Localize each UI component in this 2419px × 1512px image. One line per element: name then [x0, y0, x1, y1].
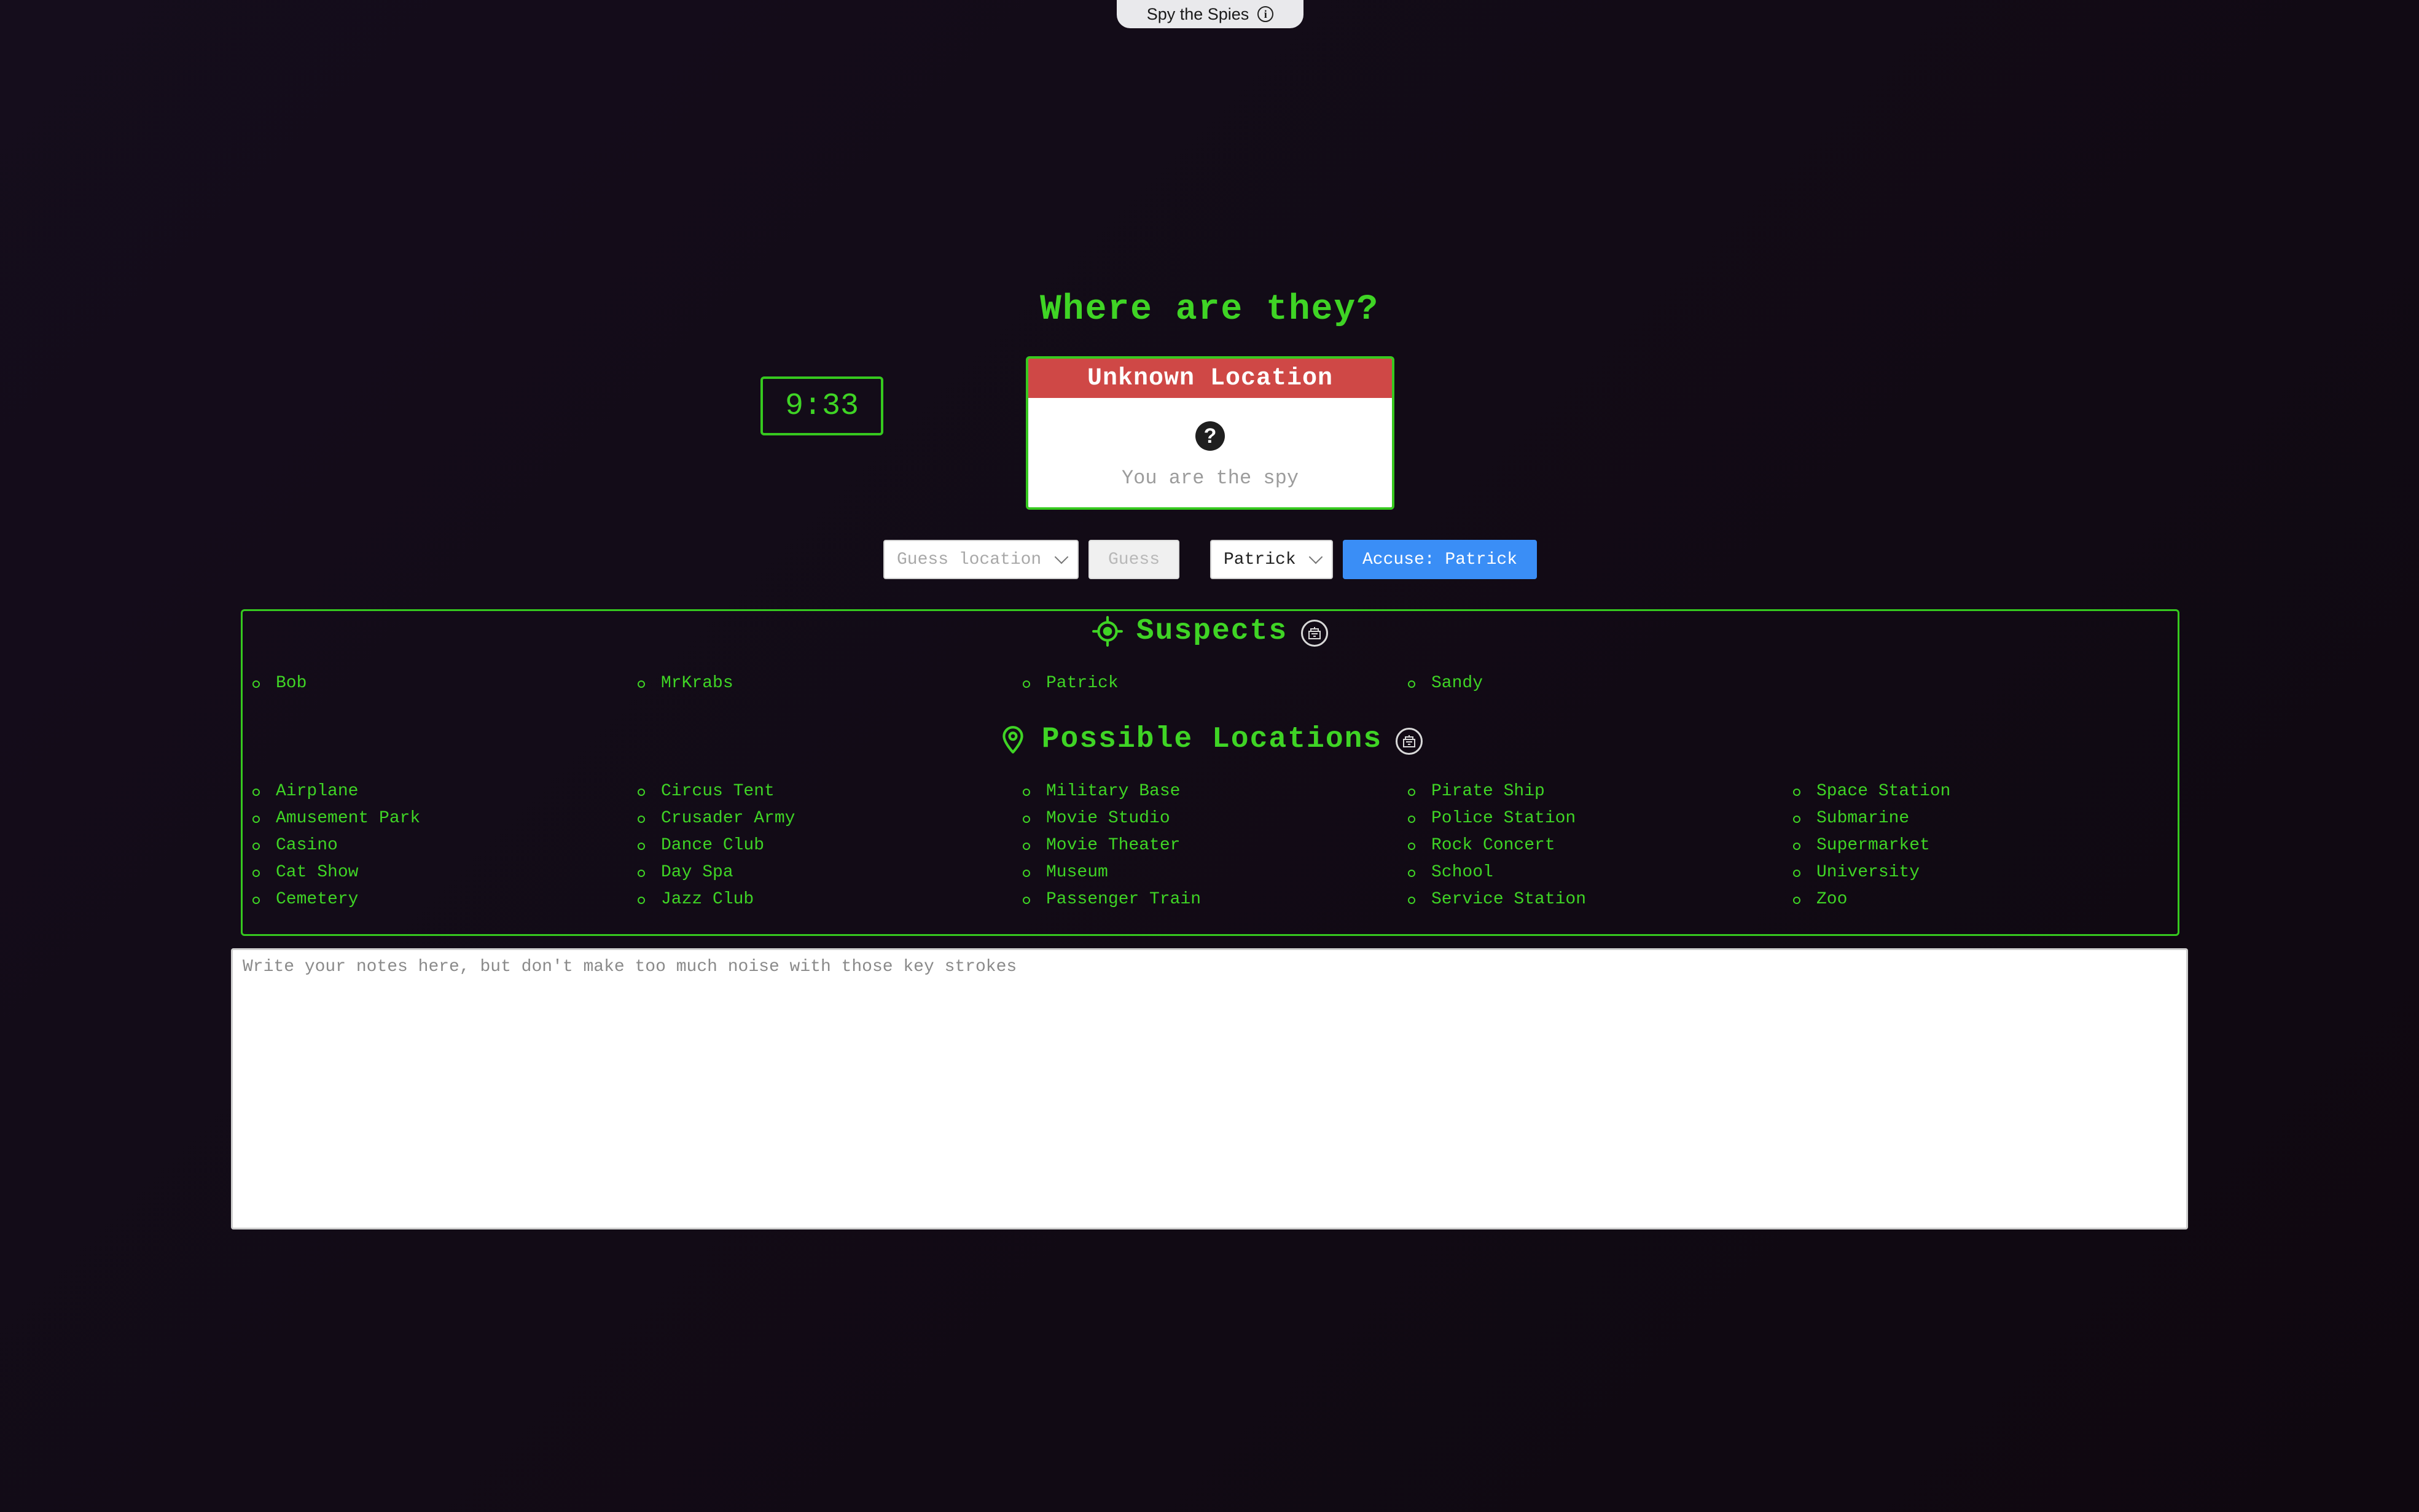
location-item[interactable]: Supermarket: [1783, 832, 2168, 859]
location-item[interactable]: School: [1398, 859, 1783, 886]
suspect-select[interactable]: Patrick: [1210, 540, 1333, 579]
suspect-item[interactable]: Bob: [243, 670, 628, 697]
location-item[interactable]: Day Spa: [628, 859, 1013, 886]
location-item[interactable]: Zoo: [1783, 886, 2168, 913]
chevron-down-icon: [1054, 550, 1069, 564]
location-item[interactable]: Museum: [1013, 859, 1398, 886]
page-title: Where are they?: [1039, 290, 1380, 330]
location-item[interactable]: Casino: [243, 832, 628, 859]
chevron-down-icon: [1308, 550, 1323, 564]
location-card: Unknown Location ? You are the spy: [1026, 356, 1394, 510]
location-item[interactable]: Circus Tent: [628, 778, 1013, 805]
countdown-timer: 9:33: [760, 376, 883, 435]
suspects-title: Suspects: [1136, 615, 1288, 648]
location-item[interactable]: Movie Theater: [1013, 832, 1398, 859]
location-item[interactable]: University: [1783, 859, 2168, 886]
guess-location-select-value: Guess location: [897, 550, 1042, 569]
location-item[interactable]: Passenger Train: [1013, 886, 1398, 913]
suspect-item[interactable]: Sandy: [1398, 670, 1783, 697]
location-card-title: Unknown Location: [1028, 359, 1392, 398]
suspect-item[interactable]: Patrick: [1013, 670, 1398, 697]
location-item[interactable]: Submarine: [1783, 805, 2168, 832]
accuse-button[interactable]: Accuse: Patrick: [1343, 540, 1537, 579]
role-text: You are the spy: [1121, 467, 1299, 489]
location-item[interactable]: Movie Studio: [1013, 805, 1398, 832]
location-item[interactable]: Cat Show: [243, 859, 628, 886]
game-info-panel: Suspects Bob MrKrabs Patrick Sandy Possi…: [241, 609, 2179, 936]
guess-location-select[interactable]: Guess location: [883, 540, 1079, 579]
location-item[interactable]: Amusement Park: [243, 805, 628, 832]
suspects-toggle-button[interactable]: [1301, 620, 1329, 647]
location-item[interactable]: Airplane: [243, 778, 628, 805]
suspect-select-value: Patrick: [1224, 550, 1296, 569]
location-item[interactable]: Space Station: [1783, 778, 2168, 805]
locations-title: Possible Locations: [1041, 723, 1383, 756]
map-pin-icon: [998, 724, 1028, 755]
info-icon[interactable]: i: [1257, 6, 1274, 22]
location-item[interactable]: Pirate Ship: [1398, 778, 1783, 805]
location-item[interactable]: Police Station: [1398, 805, 1783, 832]
locations-toggle-button[interactable]: [1396, 728, 1423, 755]
location-item[interactable]: Jazz Club: [628, 886, 1013, 913]
app-title-pill[interactable]: Spy the Spies i: [1117, 0, 1303, 28]
building-icon: [1308, 627, 1321, 639]
guess-button[interactable]: Guess: [1088, 540, 1179, 579]
location-item[interactable]: Service Station: [1398, 886, 1783, 913]
building-icon: [1403, 735, 1416, 747]
location-item[interactable]: Crusader Army: [628, 805, 1013, 832]
location-item[interactable]: Dance Club: [628, 832, 1013, 859]
question-icon: ?: [1195, 421, 1225, 451]
app-title: Spy the Spies: [1146, 4, 1249, 23]
locations-list: Airplane Amusement Park Casino Cat Show …: [243, 778, 2178, 913]
location-item[interactable]: Cemetery: [243, 886, 628, 913]
suspect-item[interactable]: MrKrabs: [628, 670, 1013, 697]
suspects-list: Bob MrKrabs Patrick Sandy: [243, 670, 2178, 697]
suspects-header: Suspects: [243, 615, 2178, 648]
notes-textarea[interactable]: [231, 948, 2188, 1229]
location-item[interactable]: Military Base: [1013, 778, 1398, 805]
location-item[interactable]: Rock Concert: [1398, 832, 1783, 859]
crosshair-icon: [1092, 616, 1123, 647]
locations-header: Possible Locations: [243, 723, 2178, 756]
